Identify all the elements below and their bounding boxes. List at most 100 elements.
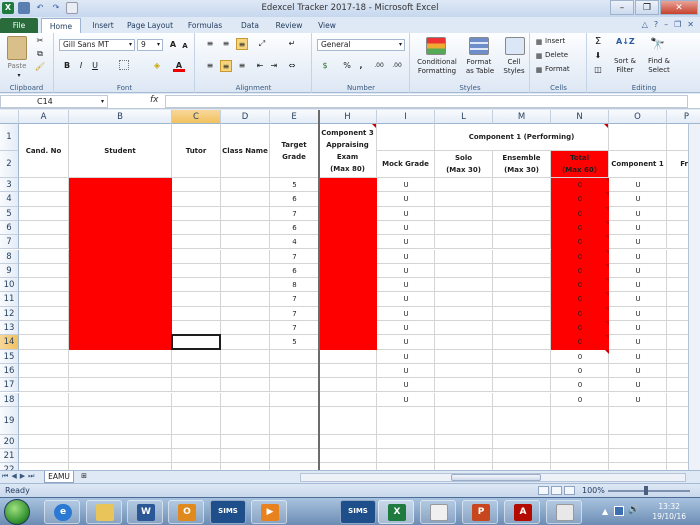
first-sheet-icon[interactable]: ⏮ [2,472,8,481]
mock-grade-cell[interactable]: U [377,235,435,249]
grid-cell[interactable] [493,235,551,250]
grid-cell[interactable] [221,306,270,321]
grid-cell[interactable] [69,434,172,450]
font-size-dropdown[interactable]: 9 ▾ [137,39,163,51]
grid-cell[interactable] [319,392,377,407]
column-header-i[interactable]: I [377,110,435,124]
align-bottom-icon[interactable]: ≡ [236,38,248,50]
grid-cell[interactable] [435,378,493,393]
grid-cell[interactable] [172,263,221,279]
grid-cell[interactable] [435,278,493,293]
target-grade-cell[interactable]: 6 [270,192,319,206]
grid-cell[interactable] [493,406,551,435]
italic-button[interactable]: I [75,60,87,72]
increase-decimal-button[interactable]: .00 [371,60,387,72]
grid-cell[interactable] [19,321,69,336]
grid-cell[interactable] [221,235,270,250]
insert-cells-button[interactable]: Insert [545,37,583,46]
component-1-grade-cell[interactable]: U [609,235,667,249]
grid-cell[interactable] [493,220,551,236]
grid-cell[interactable] [221,249,270,264]
taskbar-excel[interactable]: X [378,500,414,524]
row-header-11[interactable]: 11 [0,292,19,307]
row-header-16[interactable]: 16 [0,363,19,379]
last-sheet-icon[interactable]: ⏭ [28,472,34,481]
page-layout-view-button[interactable] [551,486,562,495]
conditional-formatting-button[interactable]: Conditional [413,58,461,67]
mock-grade-cell[interactable]: U [377,393,435,407]
target-grade-cell[interactable]: 7 [270,321,319,335]
restore-button[interactable]: ❐ [635,0,659,15]
row-header-13[interactable]: 13 [0,321,19,336]
header-class-name[interactable]: Class Name [221,124,270,178]
grid-cell[interactable] [221,406,270,435]
component-1-grade-cell[interactable]: U [609,250,667,264]
grid-cell[interactable] [19,378,69,393]
grid-cell[interactable] [270,463,319,470]
grid-cell[interactable] [435,321,493,336]
target-grade-cell[interactable]: 5 [270,178,319,192]
tab-data[interactable]: Data [236,18,264,33]
header-solo[interactable]: Solo (Max 30) [435,151,493,178]
grid-cell[interactable] [377,406,435,435]
taskbar-acrobat[interactable]: A [504,500,540,524]
minimize-ribbon-icon[interactable]: △ [642,20,648,29]
grid-cell[interactable] [609,406,667,435]
header-cand-no[interactable]: Cand. No [19,124,69,178]
row-header-18[interactable]: 18 [0,392,19,407]
orientation-icon[interactable]: ⤢ [256,38,268,50]
mock-grade-cell[interactable]: U [377,321,435,335]
tab-file[interactable]: File [0,18,38,33]
grid-cell[interactable] [435,463,493,470]
component-1-grade-cell[interactable]: U [609,335,667,349]
grid-cell[interactable] [319,434,377,450]
component-1-grade-cell[interactable]: U [609,264,667,278]
mock-grade-cell[interactable]: U [377,221,435,235]
tab-insert[interactable]: Insert [88,18,118,33]
grid-cell[interactable] [69,449,172,464]
paste-button[interactable]: Paste [2,62,32,71]
grid-cell[interactable] [435,392,493,407]
component-1-grade-cell[interactable]: U [609,178,667,192]
grid-cell[interactable] [493,263,551,279]
column-header-l[interactable]: L [435,110,493,124]
taskbar-notepad[interactable] [546,500,582,524]
grid-cell[interactable] [172,406,221,435]
grid-cell[interactable] [221,349,270,364]
grid-cell[interactable] [19,449,69,464]
cell-styles-button[interactable]: Cell [499,58,529,67]
row-header-6[interactable]: 6 [0,220,19,236]
minimize-button[interactable]: – [610,0,634,15]
total-cell[interactable]: 0 [551,178,609,192]
grid-cell[interactable] [435,263,493,279]
grid-cell[interactable] [19,349,69,364]
total-cell[interactable]: 0 [551,335,609,349]
grid-cell[interactable] [221,434,270,450]
total-cell[interactable]: 0 [551,192,609,206]
cut-icon[interactable]: ✂ [34,35,46,47]
grid-cell[interactable] [435,192,493,207]
grid-cell[interactable] [221,192,270,207]
component-1-grade-cell[interactable]: U [609,221,667,235]
format-painter-icon[interactable]: 🖌 [34,61,46,73]
mock-grade-cell[interactable]: U [377,292,435,306]
grid-cell[interactable] [493,363,551,379]
grid-cell[interactable] [551,406,609,435]
component-1-grade-cell[interactable]: U [609,378,667,392]
row-header-8[interactable]: 8 [0,249,19,264]
row-header-4[interactable]: 4 [0,192,19,207]
merge-center-icon[interactable]: ⇔ [286,60,298,72]
page-break-view-button[interactable] [564,486,575,495]
row-header-3[interactable]: 3 [0,178,19,193]
row-header-2[interactable]: 2 [0,151,19,178]
sort-filter-icon[interactable]: A↓Z [616,37,635,55]
grid-cell[interactable] [172,349,221,364]
insert-function-button[interactable]: fx [150,95,159,105]
grid-cell[interactable] [172,235,221,250]
grid-cell[interactable] [493,392,551,407]
grid-cell[interactable] [221,292,270,307]
tab-page-layout[interactable]: Page Layout [124,18,176,33]
grid-cell[interactable] [493,434,551,450]
delete-cells-button[interactable]: Delete [545,51,583,60]
help-icon[interactable]: ? [654,20,658,29]
